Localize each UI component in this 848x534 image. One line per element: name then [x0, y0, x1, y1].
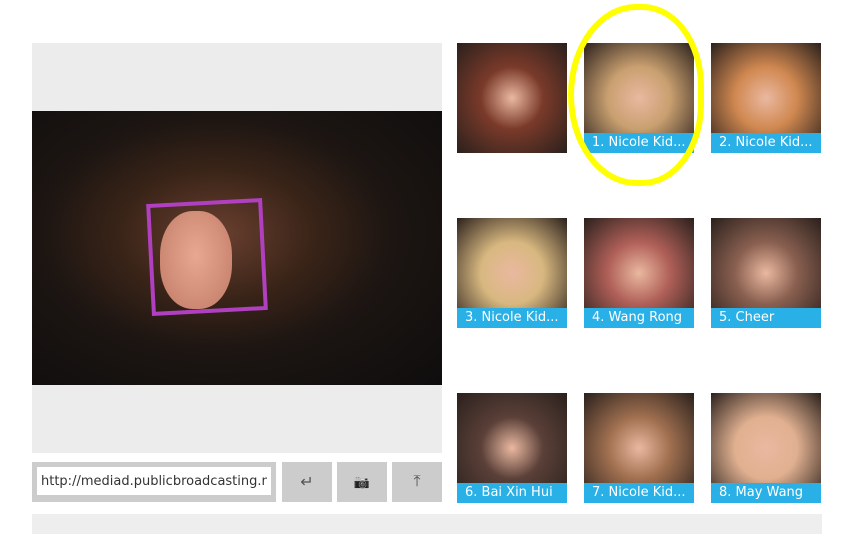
- query-face-thumb[interactable]: [457, 43, 567, 153]
- match-thumb[interactable]: 7. Nicole Kid...: [584, 393, 694, 503]
- match-label: 2. Nicole Kid...: [711, 133, 821, 153]
- camera-button[interactable]: 📷: [337, 462, 387, 502]
- post-url-bar: [32, 514, 822, 534]
- match-label: 6. Bai Xin Hui: [457, 483, 567, 503]
- url-input[interactable]: [37, 467, 271, 495]
- match-thumb[interactable]: 4. Wang Rong: [584, 218, 694, 328]
- camera-icon: 📷: [353, 474, 371, 489]
- match-label: 3. Nicole Kid...: [457, 308, 567, 328]
- upload-button[interactable]: ⤒: [392, 462, 442, 502]
- upload-icon: ⤒: [413, 473, 421, 490]
- url-field[interactable]: [32, 462, 276, 502]
- face-thumbnail: [457, 43, 567, 153]
- match-thumb[interactable]: 8. May Wang: [711, 393, 821, 503]
- match-label: 7. Nicole Kid...: [584, 483, 694, 503]
- match-label: 5. Cheer: [711, 308, 821, 328]
- match-thumb[interactable]: 6. Bai Xin Hui: [457, 393, 567, 503]
- match-label: 4. Wang Rong: [584, 308, 694, 328]
- match-thumb[interactable]: 2. Nicole Kid...: [711, 43, 821, 153]
- face-detection-box[interactable]: [146, 198, 268, 316]
- match-thumb[interactable]: 1. Nicole Kid...: [584, 43, 694, 153]
- match-thumb[interactable]: 3. Nicole Kid...: [457, 218, 567, 328]
- match-thumb[interactable]: 5. Cheer: [711, 218, 821, 328]
- enter-icon: ↵: [300, 474, 314, 491]
- source-photo: [32, 111, 442, 385]
- match-label: 8. May Wang: [711, 483, 821, 503]
- submit-url-button[interactable]: ↵: [282, 462, 332, 502]
- source-image-panel: [32, 43, 442, 453]
- match-label: 1. Nicole Kid...: [584, 133, 694, 153]
